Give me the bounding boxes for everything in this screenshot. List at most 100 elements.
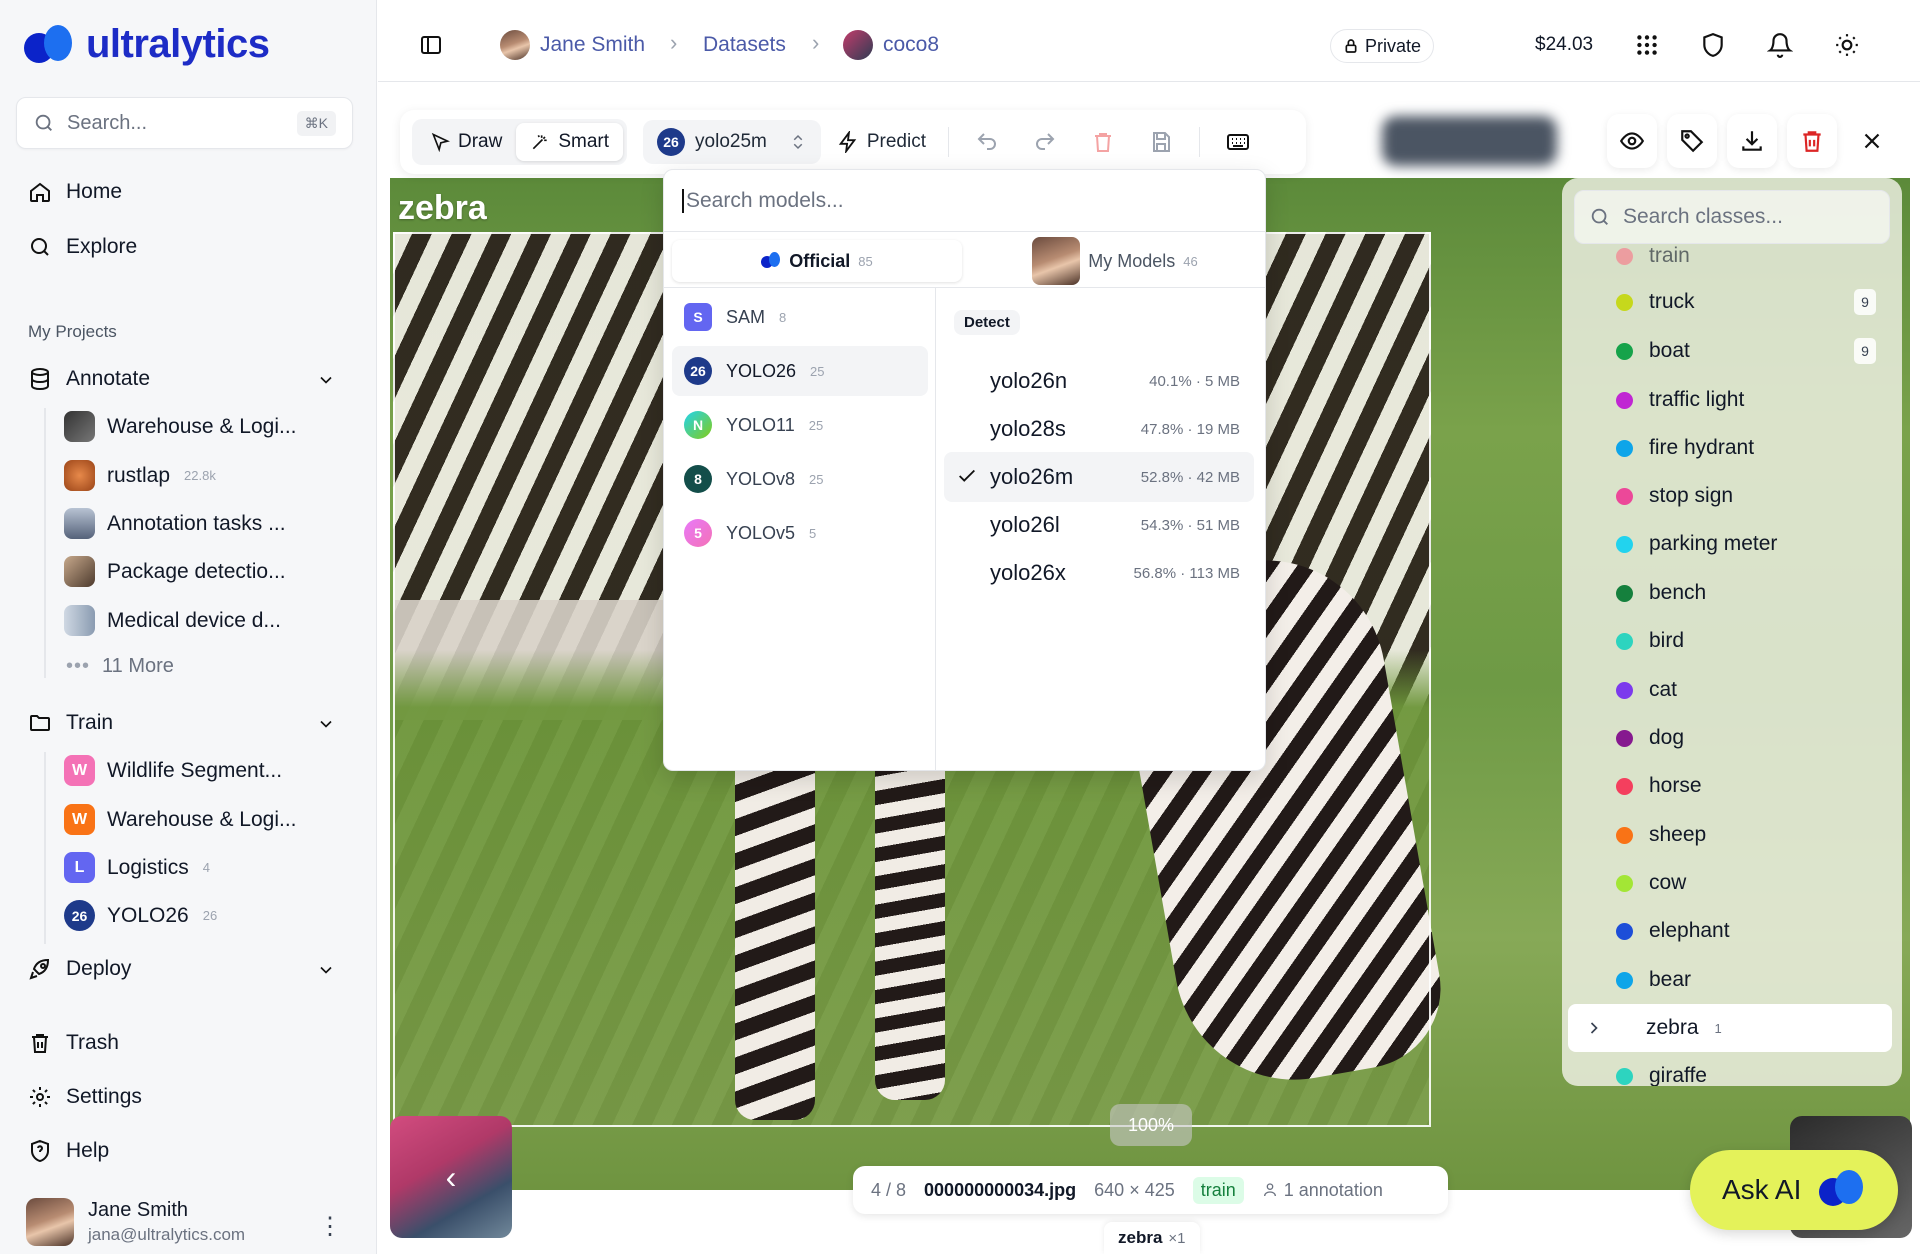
nav-trash[interactable]: Trash	[28, 1031, 119, 1055]
model-option-selected[interactable]: yolo26m 52.8% · 42 MB	[944, 452, 1254, 502]
nav-annotate[interactable]: Annotate	[28, 367, 150, 391]
project-label: Warehouse & Logi...	[107, 807, 297, 831]
model-family-item[interactable]: 8 YOLOv8 25	[672, 454, 928, 504]
delete-image-button[interactable]	[1787, 114, 1837, 168]
tag-button[interactable]	[1667, 114, 1717, 168]
balance[interactable]: $24.03	[1535, 34, 1593, 56]
model-family-item[interactable]: 5 YOLOv5 5	[672, 508, 928, 558]
model-meta: 56.8% · 113 MB	[1133, 564, 1240, 582]
annotate-project-item[interactable]: rustlap 22.8k	[64, 460, 216, 491]
chevron-down-icon[interactable]	[316, 370, 336, 390]
sun-icon[interactable]	[1834, 32, 1860, 58]
nav-explore[interactable]: Explore	[28, 235, 137, 259]
nav-settings[interactable]: Settings	[28, 1085, 142, 1109]
model-family-item[interactable]: S SAM 8	[672, 292, 928, 342]
class-item[interactable]: horse	[1616, 774, 1702, 798]
save-icon[interactable]	[1149, 130, 1173, 154]
tab-official[interactable]: Official 85	[672, 240, 962, 282]
model-search-input[interactable]: Search models...	[664, 170, 1265, 232]
class-item[interactable]: parking meter	[1616, 532, 1777, 556]
apps-grid-icon[interactable]	[1634, 32, 1660, 58]
predict-button[interactable]: Predict	[827, 123, 936, 161]
close-button[interactable]	[1847, 114, 1897, 168]
model-option[interactable]: yolo28s 47.8% · 19 MB	[944, 404, 1254, 454]
train-project-item[interactable]: L Logistics 4	[64, 852, 210, 883]
download-button[interactable]	[1727, 114, 1777, 168]
ask-ai-button[interactable]: Ask AI	[1690, 1150, 1898, 1230]
annotate-project-item[interactable]: Annotation tasks ...	[64, 508, 286, 539]
sidebar-toggle-icon[interactable]	[419, 33, 443, 57]
class-item[interactable]: bird	[1616, 629, 1684, 653]
class-name: stop sign	[1649, 484, 1734, 507]
more-dots-icon: •••	[66, 655, 91, 677]
class-item[interactable]: bench	[1616, 581, 1706, 605]
chevron-right-icon[interactable]	[1584, 1018, 1604, 1038]
user-profile[interactable]: Jane Smith jana@ultralytics.com	[26, 1198, 245, 1246]
class-item[interactable]: boat 9	[1616, 338, 1876, 364]
trash-icon[interactable]	[1091, 130, 1115, 154]
more-vertical-icon[interactable]: ⋮	[318, 1212, 342, 1241]
train-project-item[interactable]: W Warehouse & Logi...	[64, 804, 297, 835]
class-item[interactable]: elephant	[1616, 919, 1730, 943]
previous-image-button[interactable]: ‹	[390, 1116, 512, 1238]
nav-train[interactable]: Train	[28, 711, 113, 735]
class-item[interactable]: cow	[1616, 871, 1686, 895]
chevron-right-icon: ›	[670, 30, 678, 55]
redo-icon[interactable]	[1033, 130, 1057, 154]
breadcrumb-datasets[interactable]: Datasets	[703, 33, 786, 57]
shield-icon[interactable]	[1700, 32, 1726, 58]
annotate-project-item[interactable]: Medical device d...	[64, 605, 281, 636]
class-item[interactable]: bear	[1616, 968, 1691, 992]
bell-icon[interactable]	[1767, 32, 1793, 58]
train-project-item[interactable]: 26 YOLO26 26	[64, 900, 217, 931]
class-item[interactable]: fire hydrant	[1616, 436, 1754, 460]
chip-count: ×1	[1168, 1229, 1186, 1247]
chevron-down-icon[interactable]	[316, 960, 336, 980]
keyboard-icon[interactable]	[1226, 130, 1250, 154]
draw-button[interactable]: Draw	[416, 123, 516, 161]
class-item[interactable]: stop sign	[1616, 484, 1733, 508]
class-item[interactable]: truck 9	[1616, 289, 1876, 315]
breadcrumb-user[interactable]: Jane Smith	[500, 30, 645, 60]
annotate-project-item[interactable]: Warehouse & Logi...	[64, 411, 297, 442]
avatar	[1032, 237, 1081, 285]
annotate-project-item[interactable]: Package detectio...	[64, 556, 286, 587]
nav-deploy[interactable]: Deploy	[28, 957, 131, 981]
model-option[interactable]: yolo26x 56.8% · 113 MB	[944, 548, 1254, 598]
model-option[interactable]: yolo26n 40.1% · 5 MB	[944, 356, 1254, 406]
class-item-selected[interactable]	[1568, 1004, 1892, 1052]
project-label: Wildlife Segment...	[107, 758, 283, 782]
class-item[interactable]: traffic light	[1616, 388, 1744, 412]
class-search-input[interactable]: Search classes...	[1574, 190, 1890, 244]
annotation-label: zebra	[398, 189, 487, 227]
sidebar-search-input[interactable]: Search... ⌘K	[16, 97, 353, 149]
model-selector[interactable]: 26 yolo25m	[643, 120, 821, 164]
class-name: bird	[1649, 629, 1685, 652]
chevron-down-icon[interactable]	[316, 714, 336, 734]
visibility-badge[interactable]: Private	[1330, 29, 1435, 63]
ultralytics-logo[interactable]: ultralytics	[24, 22, 270, 67]
show-more-projects[interactable]: ••• 11 More	[66, 655, 174, 678]
undo-icon[interactable]	[975, 130, 999, 154]
model-family-item[interactable]: N YOLO11 25	[672, 400, 928, 450]
ask-ai-label: Ask AI	[1722, 1174, 1802, 1205]
nav-home[interactable]: Home	[28, 180, 122, 204]
brand-name: ultralytics	[86, 22, 270, 66]
class-search-placeholder: Search classes...	[1623, 205, 1783, 228]
class-color-dot	[1616, 293, 1633, 311]
class-item[interactable]: dog	[1616, 726, 1684, 750]
tab-my-models[interactable]: My Models 46	[970, 237, 1260, 285]
model-option[interactable]: yolo26l 54.3% · 51 MB	[944, 500, 1254, 550]
class-item[interactable]: cat	[1616, 678, 1677, 702]
class-item[interactable]: train	[1616, 244, 1690, 268]
class-item[interactable]: sheep	[1616, 823, 1706, 847]
train-project-item[interactable]: W Wildlife Segment...	[64, 755, 282, 786]
class-color-dot	[1616, 632, 1633, 650]
class-item[interactable]: giraffe	[1616, 1064, 1707, 1086]
visibility-toggle-button[interactable]	[1607, 114, 1657, 168]
model-family-item[interactable]: 26 YOLO26 25	[672, 346, 928, 396]
smart-button[interactable]: Smart	[516, 123, 624, 161]
annotation-summary-chip[interactable]: zebra ×1	[1104, 1222, 1200, 1254]
nav-help[interactable]: Help	[28, 1139, 109, 1163]
breadcrumb-dataset[interactable]: coco8	[843, 30, 939, 60]
